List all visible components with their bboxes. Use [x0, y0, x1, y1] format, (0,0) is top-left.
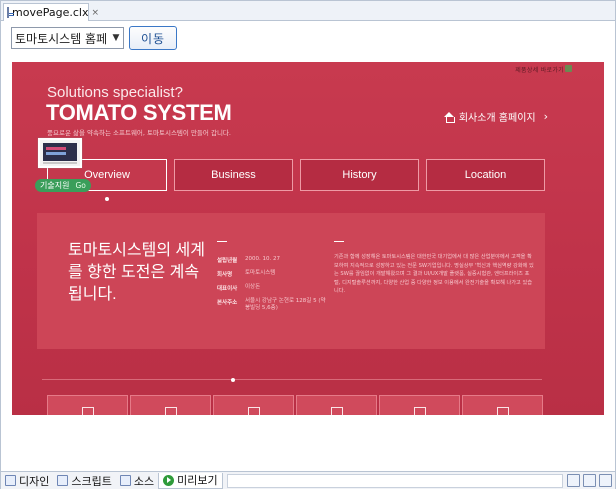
fact-label: 설립년월 [217, 258, 238, 264]
fact-label: 본사주소 [217, 300, 238, 306]
tech-support-go[interactable]: Go [75, 181, 85, 190]
hero-kicker: Solutions specialist? [47, 84, 183, 101]
close-icon[interactable]: × [91, 8, 99, 18]
product-detail-icon[interactable] [565, 65, 572, 72]
tablet-icon [165, 407, 177, 415]
ide-window: movePage.clx × 토마토시스템 홈페 ▼ 이동 제품상세 바로가기 … [0, 0, 616, 489]
section-divider [42, 379, 542, 380]
tech-support-thumbnail[interactable] [38, 138, 82, 168]
fact-label: 회사명 [217, 272, 233, 278]
overview-panel: 토마토시스템의 세계를 향한 도전은 계속됩니다. 설립년월 2000. 10.… [37, 213, 545, 349]
editor-mode-bar: 디자인 스크립트 소스 미리보기 [1, 471, 615, 489]
go-button[interactable]: 이동 [129, 26, 177, 50]
grid-icon[interactable] [567, 474, 580, 487]
tab-source[interactable]: 소스 [116, 473, 158, 489]
business-card[interactable] [47, 395, 128, 415]
tech-support-badge[interactable]: 기술지원 Go [35, 179, 91, 192]
fact-label: 대표이사 [217, 286, 238, 292]
editor-tab-strip: movePage.clx × [1, 1, 615, 21]
business-card[interactable] [213, 395, 294, 415]
tab-design-label: 디자인 [19, 474, 50, 488]
tab-history[interactable]: History [300, 159, 419, 191]
fact-value: 서울시 강남구 논현로 128길 5 (약봉빌딩 5,6층) [245, 298, 326, 311]
tab-business[interactable]: Business [174, 159, 293, 191]
fact-value: 2000. 10. 27 [245, 256, 280, 262]
script-icon [57, 475, 69, 486]
tab-script-label: 스크립트 [71, 474, 112, 488]
tab-source-label: 소스 [133, 474, 155, 488]
settings-icon[interactable] [599, 474, 612, 487]
business-card[interactable] [462, 395, 543, 415]
document-icon [248, 407, 260, 415]
source-icon [119, 475, 131, 486]
chevron-down-icon[interactable]: ▼ [109, 28, 123, 48]
monitor-icon [43, 143, 77, 161]
hero-tagline: 풍요로운 삶을 약속하는 소프트웨어, 토마토시스템이 만들어 갑니다. [47, 129, 231, 137]
company-homepage-link[interactable]: 회사소개 홈페이지 › [443, 109, 548, 124]
company-homepage-label: 회사소개 홈페이지 [458, 113, 536, 124]
fact-value: 이상돈 [245, 284, 261, 290]
business-card[interactable] [296, 395, 377, 415]
company-description: 기존과 함께 성장해온 토마토시스템은 대한민국 대기업에서 대 많은 산업분야… [334, 254, 534, 294]
document-icon [7, 7, 14, 18]
site-select-value: 토마토시스템 홈페 [15, 31, 108, 46]
editor-tab-label: movePage.clx [12, 6, 89, 19]
design-icon [5, 475, 16, 486]
fact-value: 토마토시스템 [245, 270, 276, 276]
tech-support-label: 기술지원 [40, 181, 70, 190]
monitor-icon [497, 407, 509, 415]
web-preview[interactable]: 제품상세 바로가기 Solutions specialist? TOMATO S… [12, 62, 604, 415]
active-tab-indicator [105, 197, 109, 201]
overview-headline: 토마토시스템의 세계를 향한 도전은 계속됩니다. [68, 242, 205, 303]
tab-preview[interactable]: 미리보기 [158, 472, 223, 489]
business-card[interactable] [379, 395, 460, 415]
monitor-icon [82, 407, 94, 415]
chevron-right-icon: › [543, 110, 548, 123]
tab-location[interactable]: Location [426, 159, 545, 191]
status-field [226, 473, 563, 488]
product-detail-link[interactable]: 제품상세 바로가기 [515, 65, 564, 74]
play-icon [163, 474, 175, 486]
tab-preview-label: 미리보기 [177, 474, 218, 487]
editor-tab-movepage[interactable]: movePage.clx × [3, 3, 99, 21]
layout-icon[interactable] [583, 474, 596, 487]
tab-script[interactable]: 스크립트 [53, 473, 115, 489]
chart-icon [414, 407, 426, 415]
section-indicator [231, 378, 235, 382]
business-card[interactable] [130, 395, 211, 415]
tab-design[interactable]: 디자인 [1, 473, 53, 489]
building-icon [331, 407, 343, 415]
home-icon [443, 111, 455, 123]
brand-title: TOMATO SYSTEM [46, 100, 232, 125]
site-select[interactable]: 토마토시스템 홈페 ▼ [11, 27, 124, 49]
